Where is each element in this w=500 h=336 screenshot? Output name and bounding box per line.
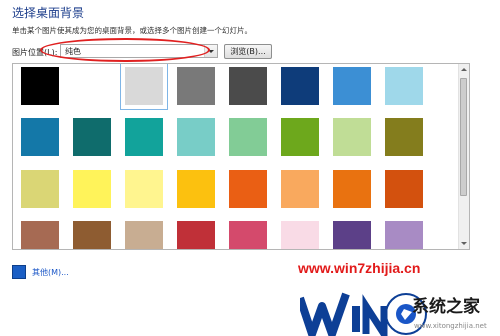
picture-location-label: 图片位置(L): — [12, 48, 58, 57]
browse-button[interactable]: 浏览(B)... — [224, 44, 272, 59]
picture-location-select[interactable]: 纯色 — [60, 44, 218, 58]
color-swatch[interactable] — [229, 118, 267, 156]
color-swatch[interactable] — [385, 170, 423, 208]
color-swatch[interactable] — [281, 221, 319, 249]
vertical-scrollbar[interactable] — [458, 64, 469, 249]
color-swatch[interactable] — [229, 221, 267, 249]
color-swatch[interactable] — [125, 118, 163, 156]
color-swatch[interactable] — [385, 221, 423, 249]
color-swatch[interactable] — [177, 221, 215, 249]
color-swatch[interactable] — [73, 118, 111, 156]
color-swatch[interactable] — [73, 170, 111, 208]
scroll-down-icon[interactable] — [461, 242, 467, 245]
color-swatch[interactable] — [229, 67, 267, 105]
color-swatch[interactable] — [73, 221, 111, 249]
color-swatch[interactable] — [333, 170, 371, 208]
picture-location-value: 纯色 — [65, 47, 81, 56]
color-swatch[interactable] — [21, 221, 59, 249]
color-swatch[interactable] — [385, 118, 423, 156]
other-color-swatch[interactable] — [12, 265, 26, 279]
color-swatch[interactable] — [333, 221, 371, 249]
color-swatch[interactable] — [281, 170, 319, 208]
color-swatch[interactable] — [125, 221, 163, 249]
watermark-site: 系统之家 — [412, 297, 480, 317]
color-swatch[interactable] — [333, 67, 371, 105]
color-swatch[interactable] — [73, 67, 111, 105]
color-swatch[interactable] — [177, 118, 215, 156]
scroll-up-icon[interactable] — [461, 68, 467, 71]
color-swatch[interactable] — [21, 170, 59, 208]
color-swatch[interactable] — [120, 64, 168, 110]
color-picker-panel — [12, 63, 470, 250]
scrollbar-thumb[interactable] — [460, 78, 467, 196]
page-subtitle: 单击某个图片使其成为您的桌面背景，或选择多个图片创建一个幻灯片。 — [12, 26, 252, 35]
color-swatch[interactable] — [21, 67, 59, 105]
color-swatch[interactable] — [177, 67, 215, 105]
color-swatch[interactable] — [281, 118, 319, 156]
page-title: 选择桌面背景 — [12, 6, 85, 20]
watermark-url: www.win7zhijia.cn — [298, 260, 421, 276]
color-swatch[interactable] — [177, 170, 215, 208]
other-color-label[interactable]: 其他(M)... — [32, 267, 69, 278]
color-swatch[interactable] — [21, 118, 59, 156]
chevron-down-icon[interactable] — [204, 45, 217, 57]
color-swatch[interactable] — [385, 67, 423, 105]
color-swatch[interactable] — [333, 118, 371, 156]
color-swatch[interactable] — [229, 170, 267, 208]
color-swatch[interactable] — [125, 170, 163, 208]
color-swatch[interactable] — [281, 67, 319, 105]
watermark-domain: www.xitongzhijia.net — [414, 322, 487, 330]
